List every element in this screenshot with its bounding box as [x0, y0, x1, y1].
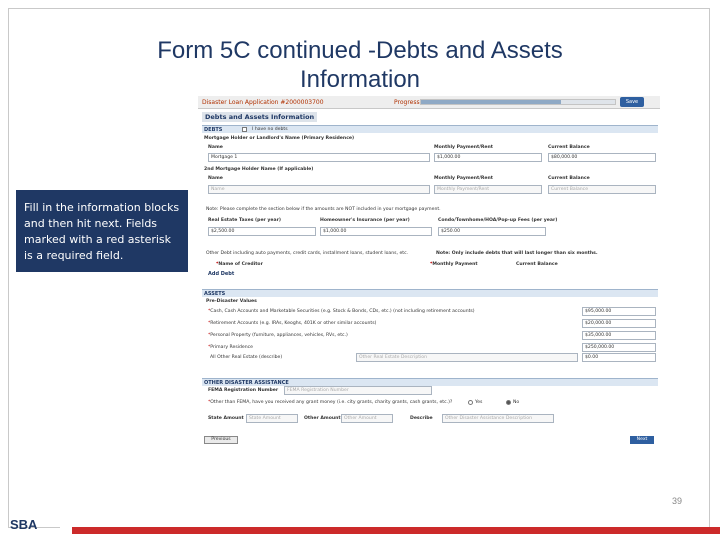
real-estate-tax-field[interactable]: $2,500.00 — [208, 227, 316, 236]
homeowners-field[interactable]: $1,000.00 — [320, 227, 432, 236]
condo-fees-field[interactable]: $250.00 — [438, 227, 546, 236]
describe-field[interactable]: Other Disaster Assistance Description — [442, 414, 554, 423]
grant-no-label: No — [513, 400, 520, 405]
homeowners-label: Homeowner's Insurance (per year) — [320, 218, 410, 223]
second-monthly-field[interactable]: Monthly Payment/Rent — [434, 185, 542, 194]
current-balance-label: Current Balance — [516, 262, 558, 267]
other-real-estate-value[interactable]: $0.00 — [582, 353, 656, 362]
save-button[interactable]: Save — [620, 97, 644, 107]
asset-value-field[interactable]: $20,000.00 — [582, 319, 656, 328]
second-name-column-label: Name — [208, 176, 223, 181]
grant-yes-label: Yes — [475, 400, 483, 405]
sba-logo: SBA — [10, 517, 38, 532]
application-title: Disaster Loan Application #2000003700 — [202, 99, 324, 106]
second-monthly-column-label: Monthly Payment/Rent — [434, 176, 493, 181]
fema-number-field[interactable]: FEMA Registration Number — [284, 386, 432, 395]
asset-row-label: *Cash, Cash Accounts and Marketable Secu… — [208, 309, 475, 314]
slide-title: Form 5C continued -Debts and Assets Info… — [90, 36, 630, 94]
footer-bar — [60, 527, 720, 534]
instruction-callout: Fill in the information blocks and then … — [16, 190, 188, 272]
title-line-1: Form 5C continued -Debts and Assets — [157, 37, 563, 64]
mortgage-holder-label: Mortgage Holder or Landlord's Name (Prim… — [204, 136, 355, 141]
mortgage-balance-field[interactable]: $80,000.00 — [548, 153, 656, 162]
other-debt-note: Other Debt including auto payments, cred… — [206, 251, 409, 256]
asset-row-label: *Personal Property (furniture, appliance… — [208, 333, 348, 338]
asset-value-field[interactable]: $95,000.00 — [582, 307, 656, 316]
progress-label: Progress: — [394, 99, 422, 106]
other-real-estate-description[interactable]: Other Real Estate Description — [356, 353, 578, 362]
second-balance-field[interactable]: Current Balance — [548, 185, 656, 194]
svg-text:SBA: SBA — [10, 517, 38, 532]
no-debts-checkbox[interactable] — [242, 127, 247, 132]
real-estate-tax-label: Real Estate Taxes (per year) — [208, 218, 282, 223]
state-amount-label: State Amount — [208, 416, 244, 421]
footer-bar-notch — [60, 527, 72, 534]
asset-row-label: *Retirement Accounts (e.g. IRAs, Keoghs,… — [208, 321, 377, 326]
name-column-label: Name — [208, 145, 223, 150]
other-real-estate-label: All Other Real Estate (describe) — [210, 355, 283, 360]
progress-bar — [420, 99, 616, 105]
fema-label: FEMA Registration Number — [208, 388, 279, 393]
grant-yes-radio[interactable] — [468, 400, 473, 405]
creditor-label: *Name of Creditor — [216, 262, 263, 267]
assets-band: ASSETS — [202, 289, 658, 297]
state-amount-field[interactable]: State Amount — [246, 414, 298, 423]
progress-fill — [421, 100, 561, 104]
add-debt-link[interactable]: Add Debt — [208, 271, 234, 277]
next-button[interactable]: Next — [630, 436, 654, 444]
other-amount-label: Other Amount — [304, 416, 341, 421]
previous-button[interactable]: Previous — [204, 436, 238, 444]
grant-no-radio[interactable] — [506, 400, 511, 405]
grant-question: *Other than FEMA, have you received any … — [208, 400, 453, 405]
app-topbar: Disaster Loan Application #2000003700 Pr… — [198, 96, 660, 109]
asset-row-label: *Primary Residence — [208, 345, 253, 350]
form-screenshot: Disaster Loan Application #2000003700 Pr… — [198, 96, 660, 456]
balance-column-label: Current Balance — [548, 145, 590, 150]
second-name-field[interactable]: Name — [208, 185, 430, 194]
other-debt-note-2: Note: Only include debts that will last … — [436, 251, 598, 256]
monthly-column-label: Monthly Payment/Rent — [434, 145, 493, 150]
monthly-payment-label: *Monthly Payment — [430, 262, 478, 267]
no-debts-label: I have no debts — [252, 127, 288, 132]
describe-label: Describe — [410, 416, 433, 421]
second-holder-label: 2nd Mortgage Holder Name (If applicable) — [204, 167, 314, 172]
other-amount-field[interactable]: Other Amount — [341, 414, 393, 423]
second-balance-column-label: Current Balance — [548, 176, 590, 181]
section-heading: Debts and Assets Information — [202, 112, 318, 122]
title-line-2: Information — [299, 66, 421, 93]
other-assistance-band: OTHER DISASTER ASSISTANCE — [202, 378, 658, 386]
asset-value-field[interactable]: $35,000.00 — [582, 331, 656, 340]
condo-fees-label: Condo/Townhome/HOA/Pop-up Fees (per year… — [438, 218, 558, 223]
mortgage-note: Note: Please complete the section below … — [206, 207, 441, 212]
mortgage-name-field[interactable]: Mortgage 1 — [208, 153, 430, 162]
predisaster-label: Pre-Disaster Values — [206, 299, 257, 304]
page-number: 39 — [672, 496, 683, 506]
asset-value-field[interactable]: $250,000.00 — [582, 343, 656, 352]
mortgage-monthly-field[interactable]: $1,000.00 — [434, 153, 542, 162]
